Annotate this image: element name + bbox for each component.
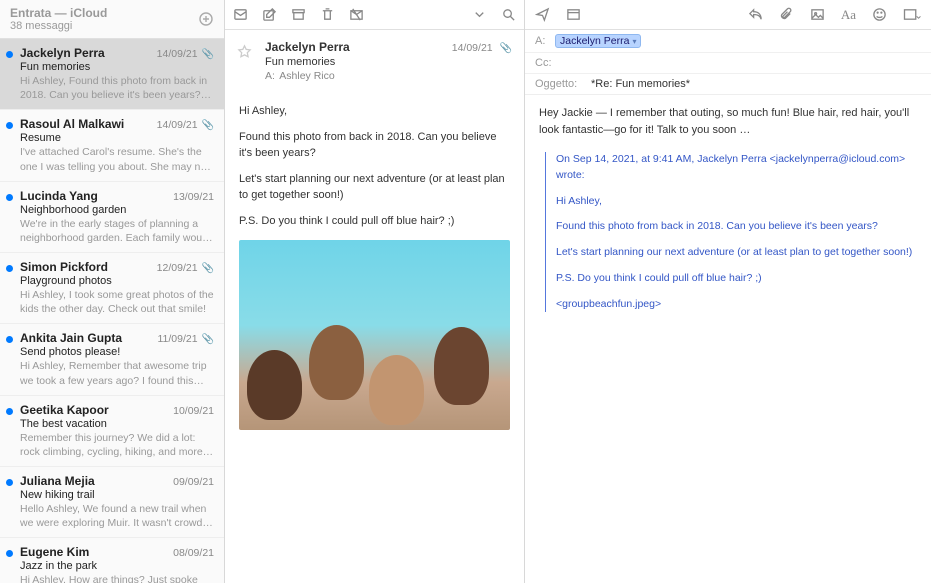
msg-sender: Simon Pickford: [20, 260, 108, 274]
msg-subject: The best vacation: [20, 418, 214, 430]
reading-paragraph: Let's start planning our next adventure …: [239, 172, 510, 204]
message-item[interactable]: Ankita Jain Gupta 11/09/21📎Send photos pl…: [0, 324, 224, 395]
quote-line: Found this photo from back in 2018. Can …: [556, 219, 917, 235]
emoji-icon[interactable]: [872, 7, 887, 22]
msg-subject: Neighborhood garden: [20, 204, 214, 216]
msg-date: 10/09/21: [173, 405, 214, 417]
msg-sender: Rasoul Al Malkawi: [20, 117, 124, 131]
mailbox-count: 38 messaggi: [10, 20, 107, 32]
msg-date: 13/09/21: [173, 191, 214, 203]
paperclip-icon: 📎: [202, 49, 214, 60]
msg-date: 12/09/21📎: [157, 262, 214, 274]
compose-pane: Aa A: Jackelyn Perra▾ Cc: Oggetto: *Re: …: [525, 0, 931, 583]
compose-toolbar: Aa: [525, 0, 931, 30]
msg-date: 14/09/21📎: [157, 119, 214, 131]
more-icon[interactable]: [472, 7, 487, 22]
msg-subject: New hiking trail: [20, 489, 214, 501]
send-icon[interactable]: [535, 7, 550, 22]
msg-preview: Hi Ashley, Remember that awesome trip we…: [20, 359, 214, 387]
quote-line: P.S. Do you think I could pull off blue …: [556, 271, 917, 287]
msg-sender: Jackelyn Perra: [20, 46, 105, 60]
attached-photo[interactable]: [239, 240, 510, 430]
subject-field[interactable]: Oggetto: *Re: Fun memories*: [525, 74, 931, 94]
message-list-pane: Entrata — iCloud 38 messaggi Jackelyn Pe…: [0, 0, 225, 583]
header-fields-icon[interactable]: [566, 7, 581, 22]
message-item[interactable]: Rasoul Al Malkawi 14/09/21📎ResumeI've att…: [0, 110, 224, 181]
sidebar-header: Entrata — iCloud 38 messaggi: [0, 0, 224, 39]
compose-fields: A: Jackelyn Perra▾ Cc: Oggetto: *Re: Fun…: [525, 30, 931, 95]
quote-header: On Sep 14, 2021, at 9:41 AM, Jackelyn Pe…: [556, 152, 917, 184]
compose-text[interactable]: Hey Jackie — I remember that outing, so …: [539, 105, 917, 138]
paperclip-icon: 📎: [202, 334, 214, 345]
msg-preview: Hi Ashley, How are things? Just spoke wi…: [20, 573, 214, 583]
message-item[interactable]: Juliana Mejia 09/09/21New hiking trailHel…: [0, 467, 224, 538]
quoted-block: On Sep 14, 2021, at 9:41 AM, Jackelyn Pe…: [545, 152, 917, 312]
reading-header: Jackelyn Perra 14/09/21 📎 Fun memories A…: [225, 30, 524, 88]
msg-preview: Hello Ashley, We found a new trail when …: [20, 502, 214, 530]
msg-subject: Playground photos: [20, 275, 214, 287]
reading-body: Hi Ashley, Found this photo from back in…: [225, 88, 524, 583]
msg-preview: We're in the early stages of planning a …: [20, 217, 214, 245]
filter-icon[interactable]: [198, 11, 214, 27]
star-icon[interactable]: [237, 44, 252, 59]
reading-sender: Jackelyn Perra: [265, 40, 350, 54]
search-icon[interactable]: [501, 7, 516, 22]
msg-date: 09/09/21: [173, 476, 214, 488]
message-item[interactable]: Simon Pickford 12/09/21📎Playground photos…: [0, 253, 224, 324]
msg-preview: Hi Ashley, I took some great photos of t…: [20, 288, 214, 316]
message-item[interactable]: Jackelyn Perra 14/09/21📎Fun memoriesHi As…: [0, 39, 224, 110]
paperclip-icon: 📎: [202, 120, 214, 131]
msg-sender: Eugene Kim: [20, 545, 89, 559]
reading-paragraph: P.S. Do you think I could pull off blue …: [239, 214, 510, 230]
msg-sender: Juliana Mejia: [20, 474, 95, 488]
msg-preview: Hi Ashley, Found this photo from back in…: [20, 74, 214, 102]
quote-line: Let's start planning our next adventure …: [556, 245, 917, 261]
paperclip-icon: 📎: [202, 263, 214, 274]
msg-date: 11/09/21📎: [157, 333, 214, 345]
reading-subject: Fun memories: [265, 56, 512, 68]
archive-icon[interactable]: [291, 7, 306, 22]
msg-date: 08/09/21: [173, 547, 214, 559]
msg-preview: Remember this journey? We did a lot: roc…: [20, 431, 214, 459]
quote-line: Hi Ashley,: [556, 194, 917, 210]
msg-subject: Resume: [20, 132, 214, 144]
msg-sender: Geetika Kapoor: [20, 403, 109, 417]
format-icon[interactable]: Aa: [841, 7, 856, 23]
subject-value: *Re: Fun memories*: [591, 78, 690, 90]
reading-pane: Jackelyn Perra 14/09/21 📎 Fun memories A…: [225, 0, 525, 583]
paperclip-icon: 📎: [500, 43, 512, 54]
message-item[interactable]: Eugene Kim 08/09/21Jazz in the parkHi Ash…: [0, 538, 224, 583]
trash-icon[interactable]: [320, 7, 335, 22]
msg-subject: Fun memories: [20, 61, 214, 73]
media-dropdown-icon[interactable]: [903, 7, 921, 22]
reply-icon[interactable]: [748, 7, 763, 22]
reading-paragraph: Found this photo from back in 2018. Can …: [239, 130, 510, 162]
compose-icon[interactable]: [262, 7, 277, 22]
reading-toolbar: [225, 0, 524, 30]
compose-body[interactable]: Hey Jackie — I remember that outing, so …: [525, 95, 931, 583]
quote-attachment: <groupbeachfun.jpeg>: [556, 297, 917, 313]
recipient-token[interactable]: Jackelyn Perra▾: [555, 34, 641, 48]
msg-sender: Lucinda Yang: [20, 189, 98, 203]
msg-subject: Send photos please!: [20, 346, 214, 358]
reading-date: 14/09/21 📎: [452, 42, 512, 54]
reading-greeting: Hi Ashley,: [239, 104, 510, 120]
photo-icon[interactable]: [810, 7, 825, 22]
to-field[interactable]: A: Jackelyn Perra▾: [525, 30, 931, 53]
junk-icon[interactable]: [349, 7, 364, 22]
message-item[interactable]: Geetika Kapoor 10/09/21The best vacationR…: [0, 396, 224, 467]
inbox-icon[interactable]: [233, 7, 248, 22]
cc-field[interactable]: Cc:: [525, 53, 931, 74]
msg-date: 14/09/21📎: [157, 48, 214, 60]
msg-sender: Ankita Jain Gupta: [20, 331, 122, 345]
message-item[interactable]: Lucinda Yang 13/09/21Neighborhood gardenW…: [0, 182, 224, 253]
paperclip-icon[interactable]: [779, 7, 794, 22]
msg-preview: I've attached Carol's resume. She's the …: [20, 145, 214, 173]
reading-to: A: Ashley Rico: [265, 70, 512, 82]
mailbox-title: Entrata — iCloud: [10, 6, 107, 20]
message-list[interactable]: Jackelyn Perra14/09/21📎Fun memoriesHi As…: [0, 39, 224, 583]
chevron-down-icon: ▾: [632, 37, 636, 46]
msg-subject: Jazz in the park: [20, 560, 214, 572]
